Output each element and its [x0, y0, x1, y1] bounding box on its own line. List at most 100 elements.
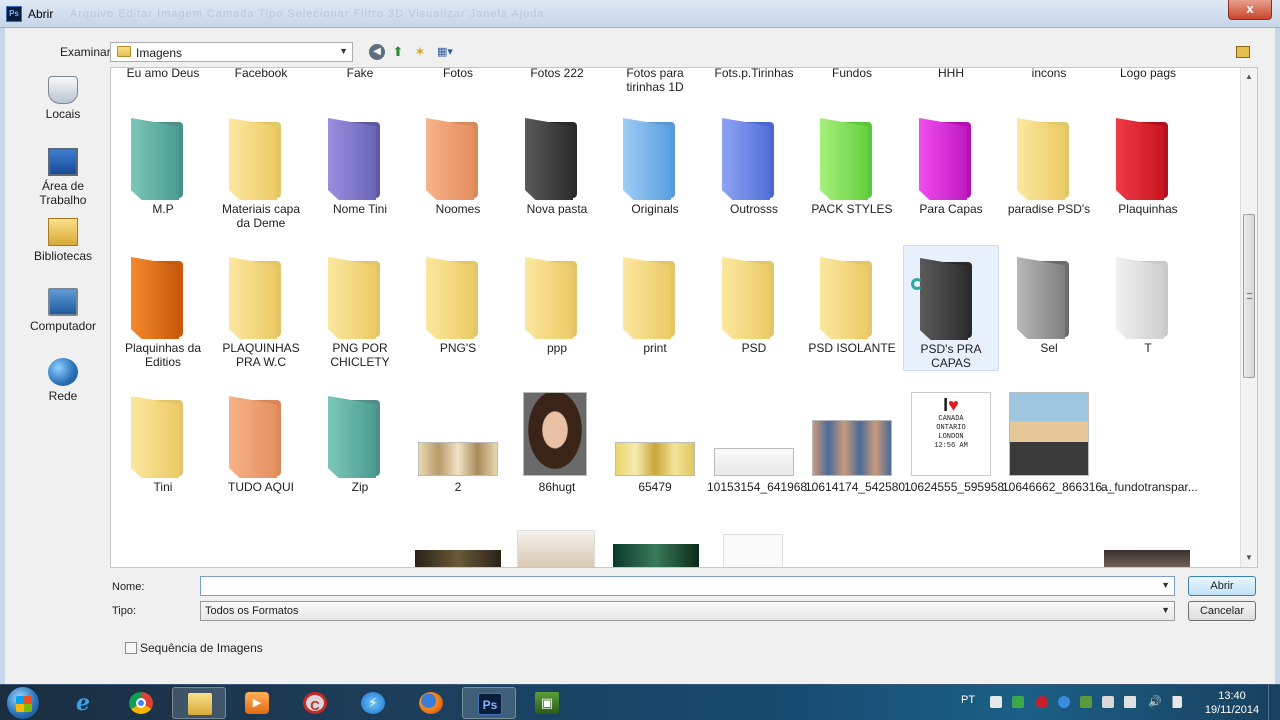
antivirus-icon[interactable] — [1036, 696, 1048, 708]
internet-explorer-icon[interactable]: e — [56, 687, 110, 719]
folder-item[interactable]: PSD ISOLANTE — [804, 245, 900, 355]
folder-item[interactable]: Fotos — [410, 68, 506, 80]
image-file-item[interactable]: 10614174_542580... — [804, 384, 915, 494]
folder-item[interactable]: PACK STYLES — [804, 106, 900, 216]
clock-time: 13:40 — [1218, 690, 1246, 702]
folder-item[interactable]: Fake — [312, 68, 408, 80]
view-menu-icon[interactable]: ▦▾ — [433, 44, 457, 60]
folder-item[interactable]: Fundos — [804, 68, 900, 80]
folder-item[interactable]: ppp — [509, 245, 605, 355]
action-center-icon[interactable] — [1102, 696, 1114, 708]
image-thumbnail[interactable] — [1104, 550, 1190, 567]
image-file-item[interactable]: 10646662_866316... — [1001, 384, 1112, 494]
file-icon[interactable] — [723, 534, 783, 567]
lookin-dropdown[interactable]: Imagens ▼ — [110, 42, 353, 62]
battery-icon[interactable] — [1124, 696, 1136, 708]
folder-options-icon[interactable] — [1236, 46, 1250, 58]
folder-item[interactable]: paradise PSD's — [1001, 106, 1097, 216]
folder-item[interactable]: Tini — [115, 384, 211, 494]
folder-item[interactable]: PNG'S — [410, 245, 506, 355]
image-thumbnail: I♥ CANADA ONTARIO LONDON 12:56 AM — [911, 392, 991, 476]
folder-item[interactable]: Nome Tini — [312, 106, 408, 216]
signal-icon[interactable] — [1170, 696, 1182, 708]
chevron-down-icon[interactable]: ▼ — [1161, 580, 1170, 590]
folder-item[interactable]: incons — [1001, 68, 1097, 80]
sync-icon[interactable] — [1012, 696, 1024, 708]
place-label: Computador — [29, 319, 97, 333]
close-window-button[interactable]: x — [1228, 0, 1272, 20]
folder-item[interactable]: T — [1100, 245, 1196, 355]
sequence-checkbox[interactable] — [125, 642, 137, 654]
folder-item[interactable]: Noomes — [410, 106, 506, 216]
folder-item[interactable]: Plaquinhas — [1100, 106, 1196, 216]
ccleaner-icon[interactable]: C — [288, 687, 342, 719]
scroll-down-icon[interactable]: ▼ — [1243, 551, 1255, 565]
camtasia-icon[interactable]: ▣ — [520, 687, 574, 719]
file-type-dropdown[interactable]: Todos os Formatos ▼ — [200, 601, 1175, 621]
folder-icon — [623, 118, 675, 200]
clock[interactable]: 13:40 19/11/2014 — [1204, 689, 1260, 717]
folder-item[interactable]: Plaquinhas da Editios — [115, 245, 211, 369]
image-file-item[interactable]: I♥ CANADA ONTARIO LONDON 12:56 AM 106245… — [903, 384, 1014, 494]
folder-item[interactable]: Outrosss — [706, 106, 802, 216]
place-network[interactable]: Rede — [23, 358, 103, 403]
folder-item[interactable]: PLAQUINHAS PRA W.C — [213, 245, 309, 369]
image-file-item[interactable]: 10153154_641968... — [706, 384, 817, 494]
folder-item[interactable]: Fotos 222 — [509, 68, 605, 80]
scrollbar-thumb[interactable] — [1243, 214, 1255, 378]
open-button[interactable]: Abrir — [1188, 576, 1256, 596]
folder-item[interactable]: Zip — [312, 384, 408, 494]
show-desktop-button[interactable] — [1268, 685, 1280, 720]
language-indicator[interactable]: PT — [961, 694, 975, 706]
recent-places-icon — [48, 76, 78, 104]
cancel-button[interactable]: Cancelar — [1188, 601, 1256, 621]
network-alert-icon[interactable] — [990, 696, 1002, 708]
folder-item[interactable]: PNG POR CHICLETY — [312, 245, 408, 369]
folder-item[interactable]: print — [607, 245, 703, 355]
back-arrow-icon[interactable]: ◀ — [369, 44, 385, 60]
folder-item[interactable]: Nova pasta — [509, 106, 605, 216]
folder-item[interactable]: Fotos para tirinhas 1D — [607, 68, 703, 94]
volume-icon[interactable]: 🔊 — [1148, 696, 1162, 708]
flash-icon[interactable]: ⚡ — [346, 687, 400, 719]
image-file-item[interactable]: a_fundotranspar... — [1100, 384, 1198, 494]
tray-app-icon[interactable] — [1080, 696, 1092, 708]
image-thumbnail[interactable] — [415, 550, 501, 567]
file-explorer-icon[interactable] — [172, 687, 226, 719]
folder-item-selected[interactable]: PSD's PRA CAPAS — [903, 245, 999, 371]
folder-item[interactable]: Materiais capa da Deme — [213, 106, 309, 230]
name-input[interactable]: ▼ — [200, 576, 1175, 596]
vertical-scrollbar[interactable]: ▲ ▼ — [1240, 68, 1257, 567]
folder-item[interactable]: PSD — [706, 245, 802, 355]
folder-item[interactable]: Para Capas — [903, 106, 999, 216]
folder-item[interactable]: Fots.p.Tirinhas — [706, 68, 802, 80]
image-file-item[interactable]: 65479 — [607, 384, 703, 494]
up-folder-icon[interactable]: ⬆ — [390, 44, 406, 60]
place-computer[interactable]: Computador — [23, 288, 103, 333]
media-player-icon[interactable]: ▶ — [230, 687, 284, 719]
place-locais[interactable]: Locais — [23, 76, 103, 121]
folder-item[interactable]: Logo pags — [1100, 68, 1196, 80]
image-thumbnail — [523, 392, 587, 476]
start-button[interactable] — [6, 686, 40, 720]
new-folder-icon[interactable]: ✶ — [412, 44, 428, 60]
scroll-up-icon[interactable]: ▲ — [1243, 70, 1255, 84]
folder-item[interactable]: Facebook — [213, 68, 309, 80]
image-file-item[interactable]: 2 — [410, 384, 506, 494]
folder-item[interactable]: HHH — [903, 68, 999, 80]
folder-item[interactable]: Eu amo Deus — [115, 68, 211, 80]
folder-item[interactable]: Originals — [607, 106, 703, 216]
folder-item[interactable]: M.P — [115, 106, 211, 216]
chrome-icon[interactable] — [114, 687, 168, 719]
update-icon[interactable] — [1058, 696, 1070, 708]
photoshop-icon[interactable]: Ps — [462, 687, 516, 719]
place-libraries[interactable]: Bibliotecas — [23, 218, 103, 263]
image-file-item[interactable]: 86hugt — [509, 384, 605, 494]
image-thumbnail[interactable] — [517, 530, 595, 567]
folder-item[interactable]: TUDO AQUI — [213, 384, 309, 494]
folder-item[interactable]: Sel — [1001, 245, 1097, 355]
image-thumbnail[interactable] — [613, 544, 699, 567]
item-label: PLAQUINHAS PRA W.C — [222, 341, 300, 369]
place-desktop[interactable]: Área de Trabalho — [23, 148, 103, 207]
firefox-icon[interactable] — [404, 687, 458, 719]
